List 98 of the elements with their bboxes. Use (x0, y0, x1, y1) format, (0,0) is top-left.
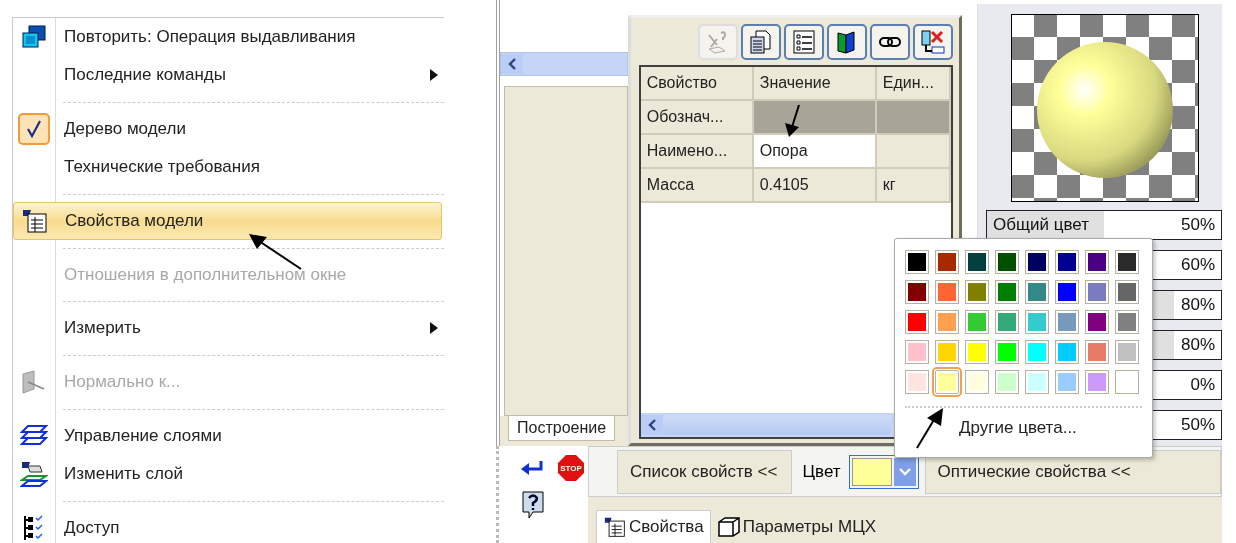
color-swatch[interactable] (1025, 310, 1049, 334)
chevron-left-icon[interactable] (647, 419, 656, 431)
slider[interactable]: Общий цвет 50% (986, 210, 1222, 240)
color-swatch[interactable] (965, 310, 989, 334)
chevron-left-icon[interactable] (508, 58, 516, 70)
slider-value: 0% (1189, 375, 1216, 395)
color-swatch[interactable] (965, 340, 989, 364)
color-swatch[interactable] (1055, 250, 1079, 274)
cube-icon (716, 516, 741, 538)
toolbar-button[interactable] (870, 24, 910, 60)
table-icon (21, 207, 49, 234)
color-swatch[interactable] (1115, 280, 1139, 304)
column-header[interactable]: Свойство (640, 67, 754, 101)
menu-item[interactable]: Измерить (13, 309, 444, 348)
table-row[interactable]: Наимено... Опора (640, 135, 951, 169)
help-icon (521, 490, 545, 520)
slider-value: 80% (1179, 295, 1216, 315)
toolbar-button[interactable] (827, 24, 867, 60)
column-header[interactable]: Един... (876, 67, 951, 101)
menu-item[interactable]: Управление слоями (13, 417, 444, 456)
slider-value: 50% (1179, 215, 1216, 235)
delete-icon (920, 29, 946, 55)
color-swatch[interactable] (905, 340, 929, 364)
color-swatch[interactable] (905, 280, 929, 304)
color-swatch[interactable] (935, 310, 959, 334)
color-swatch[interactable] (935, 340, 959, 364)
color-dropdown[interactable] (848, 454, 919, 489)
menu-item[interactable]: Свойства модели (13, 201, 442, 240)
menu-item[interactable]: Технические требования (13, 147, 444, 186)
table-cell: Масса (640, 169, 754, 203)
color-swatch[interactable] (935, 250, 959, 274)
table-row[interactable]: Масса 0.4105 кг (640, 169, 951, 203)
checklist-icon (791, 29, 817, 55)
color-swatch[interactable] (1025, 250, 1049, 274)
document-icon (748, 29, 774, 55)
color-swatch[interactable] (995, 310, 1019, 334)
slider-label: Общий цвет (992, 215, 1090, 235)
color-swatch[interactable] (965, 250, 989, 274)
color-swatch[interactable] (995, 340, 1019, 364)
enter-arrow-icon (521, 461, 543, 475)
color-swatch[interactable] (1115, 250, 1139, 274)
tab[interactable]: Параметры МЦХ (710, 511, 883, 543)
color-swatch (851, 457, 892, 486)
table-row[interactable]: Обознач... (640, 101, 951, 135)
color-swatch[interactable] (1025, 370, 1049, 394)
color-swatch[interactable] (905, 310, 929, 334)
color-swatch[interactable] (965, 370, 989, 394)
toolbar-button[interactable] (913, 24, 953, 60)
table-cell: Наимено... (640, 135, 754, 169)
menu-item[interactable]: Доступ (13, 509, 444, 543)
color-swatch[interactable] (995, 370, 1019, 394)
menu-item[interactable]: Последние команды (13, 55, 444, 94)
color-swatch[interactable] (1025, 340, 1049, 364)
color-swatch[interactable] (1025, 280, 1049, 304)
field-label: Цвет (802, 461, 841, 482)
color-swatch[interactable] (935, 370, 959, 394)
menu-item[interactable]: Дерево модели (13, 109, 444, 148)
menu-item[interactable]: Изменить слой (13, 455, 444, 494)
color-swatch[interactable] (905, 370, 929, 394)
color-swatch[interactable] (1085, 310, 1109, 334)
table-cell: Опора (753, 135, 877, 169)
tab[interactable]: Список свойств << (617, 449, 793, 494)
color-swatch[interactable] (1085, 250, 1109, 274)
color-swatch[interactable] (965, 280, 989, 304)
stop-icon: STOP (557, 454, 585, 482)
color-swatch[interactable] (995, 250, 1019, 274)
table-cell: кг (876, 169, 951, 203)
slider-value: 60% (1179, 255, 1216, 275)
menu-item[interactable]: Повторить: Операция выдавливания (13, 18, 444, 56)
color-swatch[interactable] (1055, 310, 1079, 334)
annotation-arrow (915, 406, 945, 450)
color-swatch[interactable] (1115, 340, 1139, 364)
horizontal-scrollbar[interactable] (500, 52, 628, 76)
layers-icon (20, 460, 48, 489)
color-swatch[interactable] (1115, 310, 1139, 334)
color-swatch[interactable] (1085, 340, 1109, 364)
slider-value: 80% (1179, 335, 1216, 355)
color-swatch[interactable] (1085, 280, 1109, 304)
color-swatch[interactable] (1115, 370, 1139, 394)
color-swatch[interactable] (905, 250, 929, 274)
color-swatch[interactable] (935, 280, 959, 304)
column-header[interactable]: Значение (753, 67, 877, 101)
cube-icon (20, 23, 48, 50)
color-swatch[interactable] (995, 280, 1019, 304)
color-swatch[interactable] (1055, 370, 1079, 394)
annotation-arrow (247, 231, 303, 271)
slider-value: 50% (1179, 415, 1216, 435)
color-swatch[interactable] (1085, 370, 1109, 394)
table-cell: 0.4105 (753, 169, 877, 203)
more-colors-link[interactable]: Другие цвета... (959, 418, 1077, 438)
tab[interactable]: Свойства (596, 510, 711, 543)
table-cell: Обознач... (640, 101, 754, 135)
color-swatch[interactable] (1055, 280, 1079, 304)
table-icon (603, 516, 627, 538)
toolbar-button[interactable] (784, 24, 824, 60)
tab[interactable]: Построение (508, 416, 616, 441)
caret-icon (898, 467, 911, 476)
color-swatch[interactable] (1055, 340, 1079, 364)
